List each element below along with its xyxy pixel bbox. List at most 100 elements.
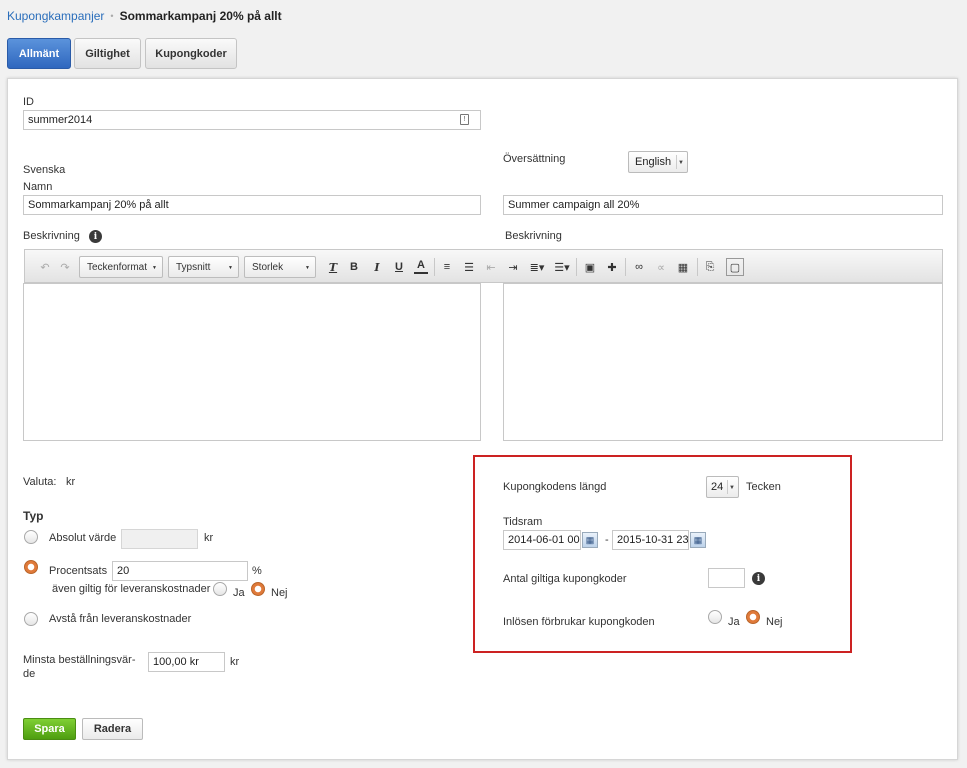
clear-format-icon[interactable]: T <box>326 258 340 276</box>
font-select[interactable]: Typsnitt ▼ <box>168 256 239 278</box>
chevron-down-icon: ▼ <box>152 265 157 271</box>
timeframe-label: Tidsram <box>503 516 543 528</box>
name-label: Namn <box>23 181 53 193</box>
name-translation-field[interactable]: Summer campaign all 20% <box>503 195 943 215</box>
absolute-value-label: Absolut värde <box>49 532 117 544</box>
percent-label: Procentsats <box>49 565 108 577</box>
size-select-label: Storlek <box>252 262 284 273</box>
id-field[interactable]: summer2014 <box>23 110 481 130</box>
shipping-no-label: Nej <box>271 587 288 599</box>
bullet-list-icon[interactable]: ☰ <box>462 258 476 276</box>
align-icon[interactable]: ≣▾ <box>528 258 546 276</box>
toolbar-divider <box>576 258 577 276</box>
link-icon[interactable]: ∞ <box>632 258 646 276</box>
calendar-icon[interactable]: ▦ <box>690 532 706 548</box>
fullscreen-icon[interactable]: ▢ <box>726 258 744 276</box>
table-icon[interactable]: ▦ <box>676 258 690 276</box>
unlink-icon[interactable]: ∝ <box>654 258 668 276</box>
valid-codes-field[interactable] <box>708 568 745 588</box>
save-button[interactable]: Spara <box>23 718 76 740</box>
redeem-yes-label: Ja <box>728 616 740 628</box>
line-spacing-icon[interactable]: ☰▾ <box>553 258 571 276</box>
plugin-icon[interactable]: ✚ <box>605 258 619 276</box>
id-label: ID <box>23 96 34 108</box>
toolbar-divider <box>434 258 435 276</box>
calendar-icon[interactable]: ▦ <box>582 532 598 548</box>
translation-language-select[interactable]: English ▼ <box>628 151 688 173</box>
toolbar-divider <box>625 258 626 276</box>
waive-shipping-radio[interactable] <box>24 612 38 626</box>
underline-icon[interactable]: U <box>392 258 406 276</box>
select-divider <box>727 480 728 494</box>
breadcrumb: Kupongkampanjer • Sommarkampanj 20% på a… <box>7 9 282 23</box>
ordered-list-icon[interactable]: ≡ <box>440 258 454 276</box>
source-code-icon[interactable]: ⎘ <box>703 258 717 276</box>
description-label: Beskrivning <box>23 230 80 242</box>
field-info-icon: ! <box>460 114 469 125</box>
absolute-value-radio[interactable] <box>24 530 38 544</box>
waive-shipping-label: Avstå från leveranskostnader <box>49 613 192 625</box>
language-label: Svenska <box>23 164 66 176</box>
code-length-label: Kupongkodens längd <box>503 481 607 493</box>
tab-general[interactable]: Allmänt <box>7 38 71 69</box>
italic-icon[interactable]: I <box>370 258 384 276</box>
min-order-label: Minsta beställningsvär-de <box>23 654 136 680</box>
format-select-label: Teckenformat <box>87 262 148 273</box>
text-color-icon[interactable]: A <box>414 258 428 274</box>
shipping-yes-label: Ja <box>233 587 245 599</box>
absolute-value-unit: kr <box>204 532 214 544</box>
form-panel: ID summer2014 ! Svenska Översättning Eng… <box>7 78 958 760</box>
bold-icon[interactable]: B <box>347 258 361 276</box>
editor-toolbar: ↶ ↷ Teckenformat ▼ Typsnitt ▼ Storlek ▼ … <box>24 249 943 283</box>
size-select[interactable]: Storlek ▼ <box>244 256 316 278</box>
date-from-field[interactable]: 2014-06-01 00 <box>503 530 581 550</box>
description-translation-editor[interactable] <box>503 283 943 441</box>
breadcrumb-current: Sommarkampanj 20% på allt <box>119 9 282 23</box>
chevron-down-icon: ▼ <box>305 265 310 271</box>
breadcrumb-link-campaigns[interactable]: Kupongkampanjer <box>7 9 104 23</box>
description-editor[interactable] <box>23 283 481 441</box>
date-separator: - <box>605 534 609 546</box>
undo-icon[interactable]: ↶ <box>38 258 52 276</box>
info-icon[interactable]: i <box>89 230 102 243</box>
redo-icon[interactable]: ↷ <box>58 258 72 276</box>
min-order-field[interactable]: 100,00 kr <box>148 652 225 672</box>
percent-unit: % <box>252 565 262 577</box>
breadcrumb-separator: • <box>110 11 114 21</box>
outdent-icon[interactable]: ⇤ <box>484 258 498 276</box>
redeem-yes-radio[interactable] <box>708 610 722 624</box>
image-icon[interactable]: ▣ <box>583 258 597 276</box>
min-order-unit: kr <box>230 656 240 668</box>
translation-language-value: English <box>635 156 672 168</box>
type-heading: Typ <box>23 509 44 523</box>
currency-value: kr <box>66 476 76 488</box>
format-select[interactable]: Teckenformat ▼ <box>79 256 163 278</box>
shipping-yes-radio[interactable] <box>213 582 227 596</box>
translation-label: Översättning <box>503 153 566 165</box>
name-field[interactable]: Sommarkampanj 20% på allt <box>23 195 481 215</box>
chevron-down-icon: ▼ <box>228 265 233 271</box>
date-to-field[interactable]: 2015-10-31 23 <box>612 530 689 550</box>
description-translation-label: Beskrivning <box>505 230 562 242</box>
redeem-no-radio[interactable] <box>746 610 760 624</box>
shipping-valid-label: även giltig för leveranskostnader <box>52 583 211 595</box>
percent-radio[interactable] <box>24 560 38 574</box>
absolute-value-field[interactable] <box>121 529 198 549</box>
valid-codes-label: Antal giltiga kupongkoder <box>503 573 627 585</box>
chevron-down-icon: ▼ <box>678 160 684 166</box>
chevron-down-icon: ▼ <box>729 485 735 491</box>
code-length-value: 24 <box>711 481 724 493</box>
toolbar-divider <box>697 258 698 276</box>
code-length-select[interactable]: 24 ▼ <box>706 476 739 498</box>
percent-field[interactable]: 20 <box>112 561 248 581</box>
font-select-label: Typsnitt <box>176 262 211 273</box>
indent-icon[interactable]: ⇥ <box>506 258 520 276</box>
tab-validity[interactable]: Giltighet <box>74 38 141 69</box>
code-length-unit: Tecken <box>746 481 781 493</box>
delete-button[interactable]: Radera <box>82 718 143 740</box>
select-divider <box>676 155 677 169</box>
shipping-no-radio[interactable] <box>251 582 265 596</box>
tab-coupon-codes[interactable]: Kupongkoder <box>145 38 237 69</box>
info-icon[interactable]: i <box>752 572 765 585</box>
redeem-label: Inlösen förbrukar kupongkoden <box>503 616 655 628</box>
